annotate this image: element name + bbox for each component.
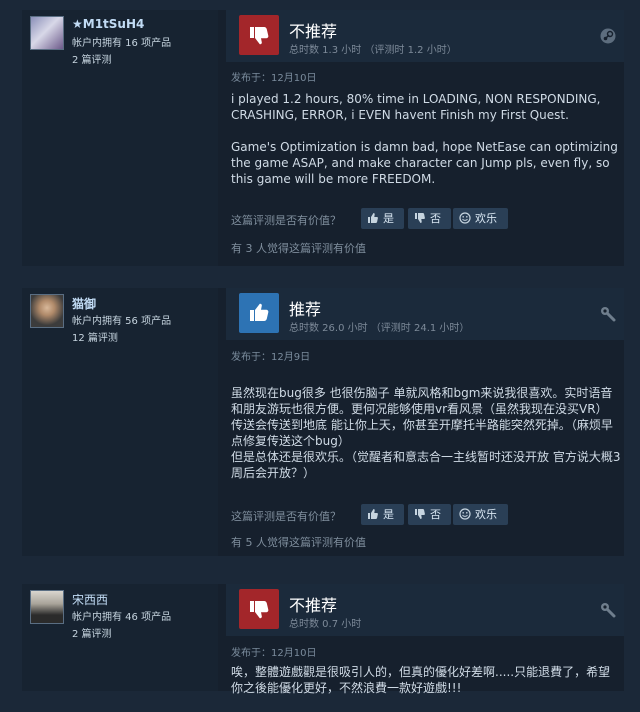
review-paragraph: 虽然现在bug很多 也很伤脑子 单就风格和bgm来说我很喜欢。实时语音和朋友游玩…: [231, 386, 621, 480]
verdict-bar[interactable]: 推荐 总时数 26.0 小时 （评测时 24.1 小时）: [226, 288, 624, 340]
review-text: i played 1.2 hours, 80% time in LOADING,…: [231, 91, 621, 203]
avatar[interactable]: [30, 294, 64, 328]
review-card: 宋西西 帐户内拥有 46 项产品 2 篇评测 不推荐 总时数 0.7 小时 发布…: [22, 584, 624, 695]
review-content: 推荐 总时数 26.0 小时 （评测时 24.1 小时） 发布于：12月9日 虽…: [218, 288, 624, 556]
reviewer-panel: 宋西西 帐户内拥有 46 项产品 2 篇评测: [22, 584, 218, 691]
steam-icon: [600, 28, 616, 44]
review-paragraph: Game's Optimization is damn bad, hope Ne…: [231, 140, 618, 186]
verdict-title: 不推荐: [289, 596, 338, 615]
thumbs-down-icon: [415, 509, 425, 519]
helpful-yes-button[interactable]: 是: [361, 504, 404, 525]
review-content: 不推荐 总时数 0.7 小时 发布于：12月10日 唉，整體遊戲觀是很吸引人的，…: [218, 584, 624, 695]
review-content: 不推荐 总时数 1.3 小时 （评测时 1.2 小时） 发布于：12月10日 i…: [218, 10, 624, 266]
review-count[interactable]: 12 篇评测: [72, 329, 118, 344]
review-count[interactable]: 2 篇评测: [72, 51, 112, 66]
thumbs-down-icon: [239, 589, 279, 629]
funny-label: 欢乐: [475, 212, 497, 225]
no-label: 否: [430, 212, 441, 225]
username[interactable]: ★M1tSuH4: [72, 17, 144, 31]
posted-date: 发布于：12月10日: [231, 73, 317, 84]
helpful-yes-button[interactable]: 是: [361, 208, 404, 229]
verdict-title: 不推荐: [289, 22, 338, 41]
posted-date: 发布于：12月10日: [231, 648, 317, 659]
helpful-question: 这篇评测是否有价值？: [231, 214, 341, 227]
smiley-icon: [459, 212, 471, 224]
thumbs-up-icon: [368, 509, 378, 519]
avatar[interactable]: [30, 590, 64, 624]
review-paragraph: i played 1.2 hours, 80% time in LOADING,…: [231, 92, 601, 122]
products-owned[interactable]: 帐户内拥有 46 项产品: [72, 608, 171, 623]
thumbs-down-icon: [415, 213, 425, 223]
products-owned[interactable]: 帐户内拥有 16 项产品: [72, 34, 171, 49]
review-paragraph: 唉，整體遊戲觀是很吸引人的，但真的優化好差啊.....只能退費了，希望你之後能優…: [231, 665, 611, 695]
found-helpful: 有 3 人觉得这篇评测有价值: [231, 242, 366, 255]
username[interactable]: 宋西西: [72, 591, 108, 608]
thumbs-up-icon: [239, 293, 279, 333]
hours-played: 总时数 0.7 小时: [289, 619, 362, 630]
thumbs-down-icon: [239, 15, 279, 55]
helpful-no-button[interactable]: 否: [408, 504, 451, 525]
review-text: 唉，整體遊戲觀是很吸引人的，但真的優化好差啊.....只能退費了，希望你之後能優…: [231, 664, 621, 712]
thumbs-up-icon: [368, 213, 378, 223]
wrench-icon: [601, 307, 616, 322]
funny-label: 欢乐: [475, 508, 497, 521]
verdict-title: 推荐: [289, 300, 322, 319]
smiley-icon: [459, 508, 471, 520]
avatar[interactable]: [30, 16, 64, 50]
hours-played: 总时数 1.3 小时 （评测时 1.2 小时）: [289, 45, 457, 56]
review-card: ★M1tSuH4 帐户内拥有 16 项产品 2 篇评测 不推荐 总时数 1.3 …: [22, 10, 624, 266]
no-label: 否: [430, 508, 441, 521]
username[interactable]: 猫御: [72, 295, 96, 312]
found-helpful: 有 5 人觉得这篇评测有价值: [231, 536, 366, 549]
yes-label: 是: [383, 212, 394, 225]
verdict-bar[interactable]: 不推荐 总时数 0.7 小时: [226, 584, 624, 636]
yes-label: 是: [383, 508, 394, 521]
reviewer-panel: ★M1tSuH4 帐户内拥有 16 项产品 2 篇评测: [22, 10, 218, 266]
wrench-icon: [601, 603, 616, 618]
verdict-bar[interactable]: 不推荐 总时数 1.3 小时 （评测时 1.2 小时）: [226, 10, 624, 62]
reviewer-panel: 猫御 帐户内拥有 56 项产品 12 篇评测: [22, 288, 218, 556]
review-count[interactable]: 2 篇评测: [72, 625, 112, 640]
funny-button[interactable]: 欢乐: [453, 208, 508, 229]
review-card: 猫御 帐户内拥有 56 项产品 12 篇评测 推荐 总时数 26.0 小时 （评…: [22, 288, 624, 556]
helpful-no-button[interactable]: 否: [408, 208, 451, 229]
posted-date: 发布于：12月9日: [231, 352, 311, 363]
products-owned[interactable]: 帐户内拥有 56 项产品: [72, 312, 171, 327]
funny-button[interactable]: 欢乐: [453, 504, 508, 525]
hours-played: 总时数 26.0 小时 （评测时 24.1 小时）: [289, 323, 470, 334]
helpful-question: 这篇评测是否有价值？: [231, 510, 341, 523]
review-text: 虽然现在bug很多 也很伤脑子 单就风格和bgm来说我很喜欢。实时语音和朋友游玩…: [231, 369, 621, 513]
